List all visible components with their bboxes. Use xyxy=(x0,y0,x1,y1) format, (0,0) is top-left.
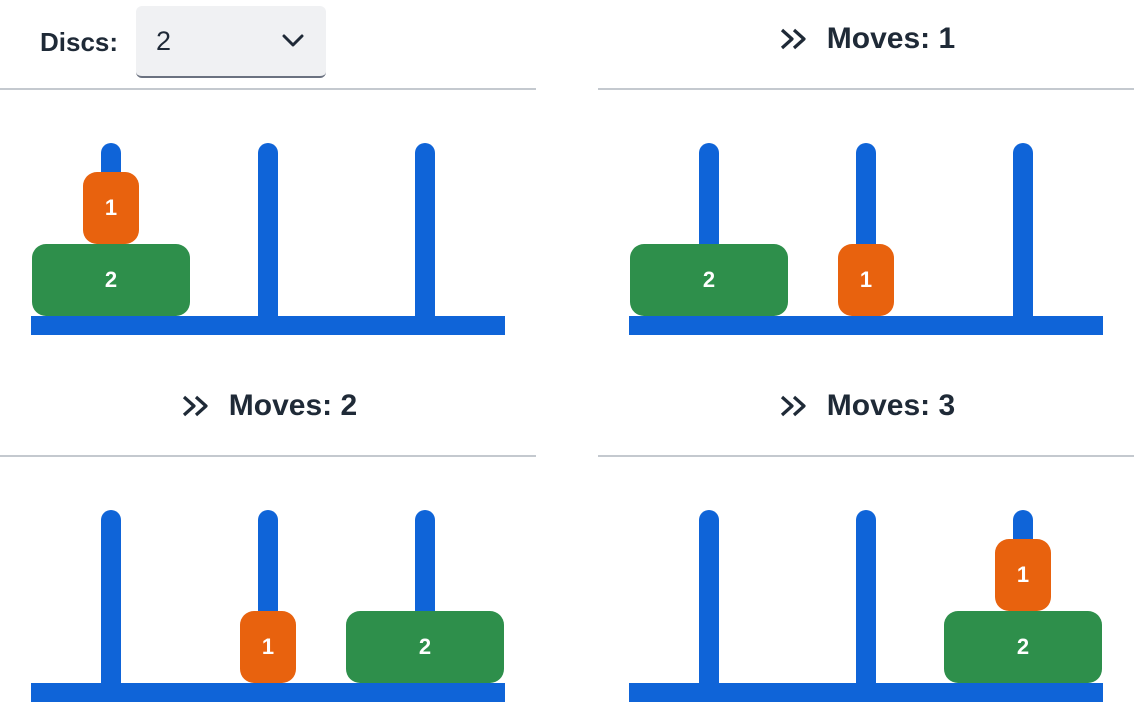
discs-select-value: 2 xyxy=(156,25,172,56)
moves-label: Moves: 2 xyxy=(228,389,358,422)
disc-controls: Discs: 2 xyxy=(40,6,327,78)
panel-move-2: Moves: 2 12 xyxy=(0,367,536,722)
disc-2[interactable]: 2 xyxy=(630,244,788,316)
peg-3 xyxy=(415,143,435,321)
board-base xyxy=(629,683,1103,702)
peg-1 xyxy=(699,510,719,688)
disc-1[interactable]: 1 xyxy=(83,172,139,244)
panel-header: Moves: 3 xyxy=(598,367,1134,457)
panel-initial: Discs: 2 21 xyxy=(0,0,536,355)
moves-label: Moves: 1 xyxy=(826,22,956,55)
moves-heading: Moves: 1 xyxy=(598,22,1134,56)
chevron-down-icon xyxy=(282,30,304,52)
tower-board: 21 xyxy=(598,90,1134,355)
board-base xyxy=(31,316,505,335)
tower-board: 21 xyxy=(0,90,536,355)
board-base xyxy=(629,316,1103,335)
panel-header: Discs: 2 xyxy=(0,0,536,90)
tower-board: 21 xyxy=(598,457,1134,722)
disc-2[interactable]: 2 xyxy=(32,244,190,316)
double-chevron-right-icon xyxy=(777,24,815,54)
panel-header: Moves: 1 xyxy=(598,0,1134,90)
discs-select[interactable]: 2 xyxy=(136,6,327,78)
moves-heading: Moves: 3 xyxy=(598,389,1134,423)
peg-3 xyxy=(1013,143,1033,321)
disc-1[interactable]: 1 xyxy=(995,539,1051,611)
double-chevron-right-icon xyxy=(179,391,217,421)
peg-2 xyxy=(856,510,876,688)
moves-heading: Moves: 2 xyxy=(0,389,536,423)
panel-move-3: Moves: 3 21 xyxy=(598,367,1134,722)
double-chevron-right-icon xyxy=(777,391,815,421)
disc-1[interactable]: 1 xyxy=(240,611,296,683)
peg-1 xyxy=(101,510,121,688)
board-base xyxy=(31,683,505,702)
disc-1[interactable]: 1 xyxy=(838,244,894,316)
disc-2[interactable]: 2 xyxy=(944,611,1102,683)
peg-2 xyxy=(258,143,278,321)
panel-header: Moves: 2 xyxy=(0,367,536,457)
panel-move-1: Moves: 1 21 xyxy=(598,0,1134,355)
disc-2[interactable]: 2 xyxy=(346,611,504,683)
discs-label: Discs: xyxy=(40,26,119,57)
tower-board: 12 xyxy=(0,457,536,722)
moves-label: Moves: 3 xyxy=(826,389,956,422)
